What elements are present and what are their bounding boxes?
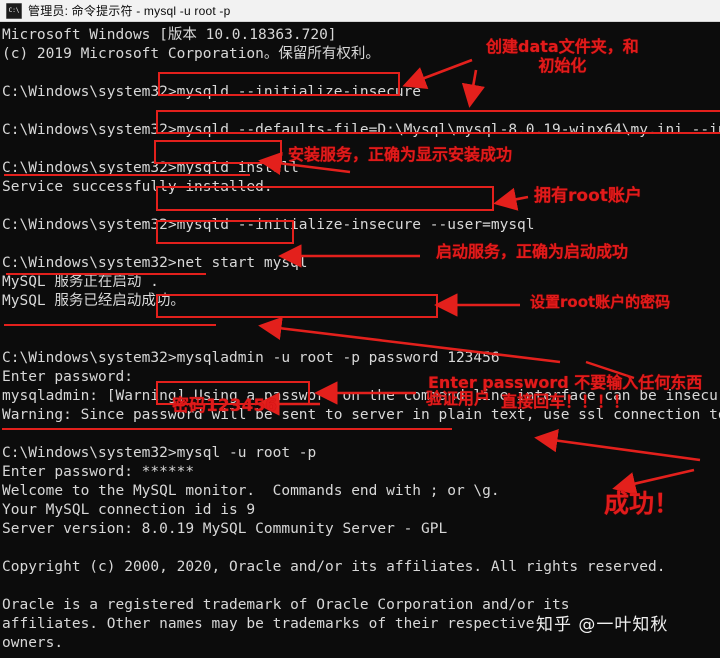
terminal-line: Copyright (c) 2000, 2020, Oracle and/or …	[2, 559, 666, 575]
terminal-line: C:\Windows\system32>mysqladmin -u root -…	[2, 350, 500, 366]
terminal-line: Microsoft Windows [版本 10.0.18363.720]	[2, 27, 337, 43]
terminal-line: Enter password:	[2, 369, 133, 385]
window-title: 管理员: 命令提示符 - mysql -u root -p	[28, 4, 231, 18]
terminal-line: Welcome to the MySQL monitor. Commands e…	[2, 483, 500, 499]
terminal-line: C:\Windows\system32>mysqld --initialize-…	[2, 84, 422, 100]
terminal-line: Warning: Since password will be sent to …	[2, 407, 720, 423]
window-titlebar[interactable]: C:\ 管理员: 命令提示符 - mysql -u root -p	[0, 0, 720, 22]
terminal-line: C:\Windows\system32>mysqld install	[2, 160, 299, 176]
screenshot-root: C:\ 管理员: 命令提示符 - mysql -u root -p Micros…	[0, 0, 720, 658]
terminal-output: Microsoft Windows [版本 10.0.18363.720] (c)…	[2, 26, 720, 658]
terminal-body[interactable]: Microsoft Windows [版本 10.0.18363.720] (c)…	[0, 22, 720, 658]
terminal-line: Your MySQL connection id is 9	[2, 502, 256, 518]
terminal-line: Enter password: ******	[2, 464, 195, 480]
terminal-line: owners.	[2, 635, 64, 651]
terminal-line: C:\Windows\system32>mysql -u root -p	[2, 445, 317, 461]
terminal-line: C:\Windows\system32>mysqld --initialize-…	[2, 217, 535, 233]
terminal-line: C:\Windows\system32>net start mysql	[2, 255, 308, 271]
terminal-line: Server version: 8.0.19 MySQL Community S…	[2, 521, 448, 537]
watermark: 知乎 @一叶知秋	[536, 615, 669, 635]
terminal-line: MySQL 服务已经启动成功。	[2, 293, 185, 309]
terminal-line: Service successfully installed.	[2, 179, 273, 195]
terminal-line: mysqladmin: [Warning] Using a password o…	[2, 388, 720, 404]
terminal-line: (c) 2019 Microsoft Corporation。保留所有权利。	[2, 46, 380, 62]
console-icon: C:\	[6, 2, 22, 19]
terminal-line: C:\Windows\system32>mysqld --defaults-fi…	[2, 122, 720, 138]
terminal-line: MySQL 服务正在启动 .	[2, 274, 159, 290]
